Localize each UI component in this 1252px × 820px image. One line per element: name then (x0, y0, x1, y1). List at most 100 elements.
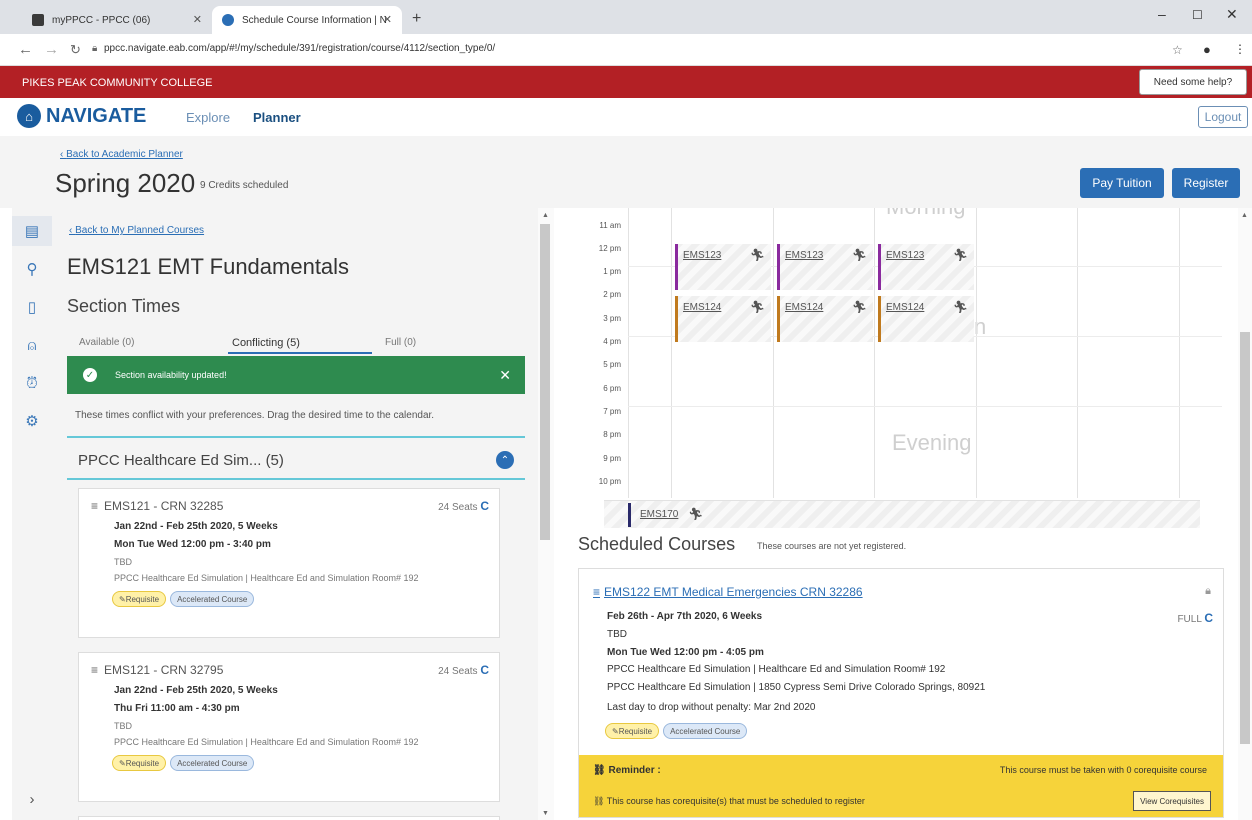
accelerated-badge[interactable]: Accelerated Course (170, 755, 255, 771)
scheduled-course-link[interactable]: ≡ EMS122 EMT Medical Emergencies CRN 3228… (593, 585, 863, 599)
requisite-badge[interactable]: ✎ Requisite (112, 591, 167, 607)
grid-line (1077, 208, 1078, 498)
back-to-planned-courses-link[interactable]: ‹ Back to My Planned Courses (69, 225, 204, 236)
hour-label: 12 pm (598, 244, 621, 253)
sidebar: ▤ ⚲ ▯ ⍝ ⏰︎ ⚙ › (12, 208, 52, 820)
scrollbar-thumb[interactable] (540, 224, 550, 540)
morning-label: Morning (886, 208, 965, 220)
back-link-text: Back to Academic Planner (66, 149, 183, 160)
course-times: Mon Tue Wed 12:00 pm - 4:05 pm (607, 647, 764, 658)
event-label[interactable]: EMS124 (886, 302, 924, 313)
calendar-event-ems124[interactable]: EMS124 🏃︎ (675, 296, 771, 342)
calendar-event-ems123[interactable]: EMS123 🏃︎ (675, 244, 771, 290)
event-label[interactable]: EMS124 (683, 302, 721, 313)
section-times-heading: Section Times (67, 296, 181, 316)
calendar-event-ems123[interactable]: EMS123 🏃︎ (777, 244, 873, 290)
calendar-event-ems170[interactable]: EMS170 🏃︎ (604, 500, 1200, 528)
drag-handle-icon[interactable]: ≡ (91, 663, 98, 677)
forward-arrow-icon[interactable]: → (44, 41, 59, 58)
expand-sidebar-icon[interactable]: › (12, 784, 52, 814)
tab-available[interactable]: Available (0) (79, 337, 134, 348)
term-title: Spring 2020 (55, 168, 196, 198)
navigate-logo[interactable]: ⌂ NAVIGATE (17, 104, 146, 128)
section-instructor: TBD (114, 721, 132, 731)
close-icon[interactable]: ✕ (499, 367, 511, 384)
address-bar: ← → ↻ 🔒︎ ppcc.navigate.eab.com/app/#!/my… (0, 34, 1252, 66)
calendar-event-ems123[interactable]: EMS123 🏃︎ (878, 244, 974, 290)
nav-explore[interactable]: Explore (186, 110, 230, 125)
weekly-calendar[interactable]: Morning n Evening 11 am 12 pm 1 pm 2 pm … (576, 208, 1222, 498)
book-icon[interactable]: ▯ (12, 292, 52, 322)
event-label[interactable]: EMS123 (886, 250, 924, 261)
logout-button[interactable]: Logout (1198, 106, 1248, 128)
left-panel-scrollbar[interactable]: ▲ ▼ (538, 208, 554, 820)
scheduled-course-card[interactable]: ≡ EMS122 EMT Medical Emergencies CRN 3228… (578, 568, 1224, 818)
bookmark-star-icon[interactable]: ☆ (1172, 43, 1183, 57)
pay-tuition-button[interactable]: Pay Tuition (1080, 168, 1164, 198)
running-person-icon: 🏃︎ (851, 248, 867, 262)
reload-icon[interactable]: ↻ (70, 42, 81, 58)
course-location: PPCC Healthcare Ed Simulation | Healthca… (607, 664, 946, 675)
tab-full[interactable]: Full (0) (385, 337, 416, 348)
event-label[interactable]: EMS170 (640, 509, 678, 520)
window-close-icon[interactable]: ✕ (1226, 6, 1238, 23)
close-tab-icon[interactable]: ✕ (193, 13, 202, 26)
section-card[interactable]: ≡ EMS121 - CRN 32795 24 Seats C Jan 22nd … (78, 652, 500, 802)
chevron-up-icon[interactable]: ⌃ (496, 451, 514, 469)
user-icon[interactable]: ⍝ (12, 330, 52, 360)
calendar-icon[interactable]: ▤ (12, 216, 52, 246)
browser-tab-myppcc[interactable]: myPPCC - PPCC (06) ✕ (22, 6, 212, 34)
gear-icon[interactable]: ⚙ (12, 406, 52, 436)
requisite-badge[interactable]: ✎ Requisite (605, 723, 660, 739)
section-card[interactable]: ≡ EMS121 - CRN 32285 24 Seats C Jan 22nd … (78, 488, 500, 638)
help-button[interactable]: Need some help? (1139, 69, 1247, 95)
maximize-icon[interactable]: ☐ (1192, 8, 1203, 22)
grid-line (671, 208, 672, 498)
drag-handle-icon[interactable]: ≡ (91, 499, 98, 513)
search-icon[interactable]: ⚲ (12, 254, 52, 284)
running-person-icon: 🏃︎ (851, 300, 867, 314)
url-field[interactable]: ppcc.navigate.eab.com/app/#!/my/schedule… (104, 43, 495, 54)
badge-label: Requisite (618, 726, 653, 736)
section-card[interactable] (78, 816, 500, 820)
event-color-bar (777, 244, 780, 290)
requisite-icon: ✎ (119, 594, 126, 604)
tab-conflicting[interactable]: Conflicting (5) (232, 337, 300, 349)
requisite-badge[interactable]: ✎ Requisite (112, 755, 167, 771)
view-corequisites-button[interactable]: View Corequisites (1133, 791, 1211, 811)
logo-text: NAVIGATE (46, 104, 147, 127)
reminder-detail: This course must be taken with 0 corequi… (999, 765, 1207, 775)
scroll-up-icon[interactable]: ▲ (542, 212, 549, 219)
scroll-down-icon[interactable]: ▼ (542, 810, 549, 817)
calendar-event-ems124[interactable]: EMS124 🏃︎ (878, 296, 974, 342)
nav-planner[interactable]: Planner (253, 110, 301, 125)
event-label[interactable]: EMS124 (785, 302, 823, 313)
location-group-header[interactable]: PPCC Healthcare Ed Sim... (5) ⌃ (67, 436, 525, 480)
refresh-icon[interactable]: C (1204, 611, 1213, 625)
close-tab-icon[interactable]: ✕ (383, 13, 392, 26)
scrollbar-thumb[interactable] (1240, 332, 1250, 744)
calendar-event-ems124[interactable]: EMS124 🏃︎ (777, 296, 873, 342)
back-to-academic-planner-link[interactable]: ‹ Back to Academic Planner (60, 149, 183, 160)
page-scrollbar[interactable]: ▲ (1238, 208, 1252, 820)
event-label[interactable]: EMS123 (785, 250, 823, 261)
alarm-clock-icon[interactable]: ⏰︎ (12, 368, 52, 398)
refresh-icon[interactable]: C (480, 499, 489, 513)
event-label[interactable]: EMS123 (683, 250, 721, 261)
reminder-line: ⛓︎ This course has corequisite(s) that m… (593, 796, 865, 807)
refresh-icon[interactable]: C (480, 663, 489, 677)
scroll-up-icon[interactable]: ▲ (1241, 212, 1248, 219)
back-arrow-icon[interactable]: ← (18, 41, 33, 58)
hour-label: 8 pm (603, 430, 621, 439)
accelerated-badge[interactable]: Accelerated Course (663, 723, 748, 739)
profile-icon[interactable]: ● (1203, 42, 1211, 57)
drag-handle-icon[interactable]: ≡ (593, 585, 600, 599)
minimize-icon[interactable]: – (1158, 6, 1166, 22)
grid-line (628, 406, 1222, 407)
browser-tab-schedule[interactable]: Schedule Course Information | N ✕ (212, 6, 402, 34)
new-tab-icon[interactable]: + (412, 10, 421, 28)
menu-kebab-icon[interactable]: ⋮ (1234, 42, 1246, 56)
accelerated-badge[interactable]: Accelerated Course (170, 591, 255, 607)
browser-tab-bar: myPPCC - PPCC (06) ✕ Schedule Course Inf… (0, 0, 1252, 34)
register-button[interactable]: Register (1172, 168, 1240, 198)
